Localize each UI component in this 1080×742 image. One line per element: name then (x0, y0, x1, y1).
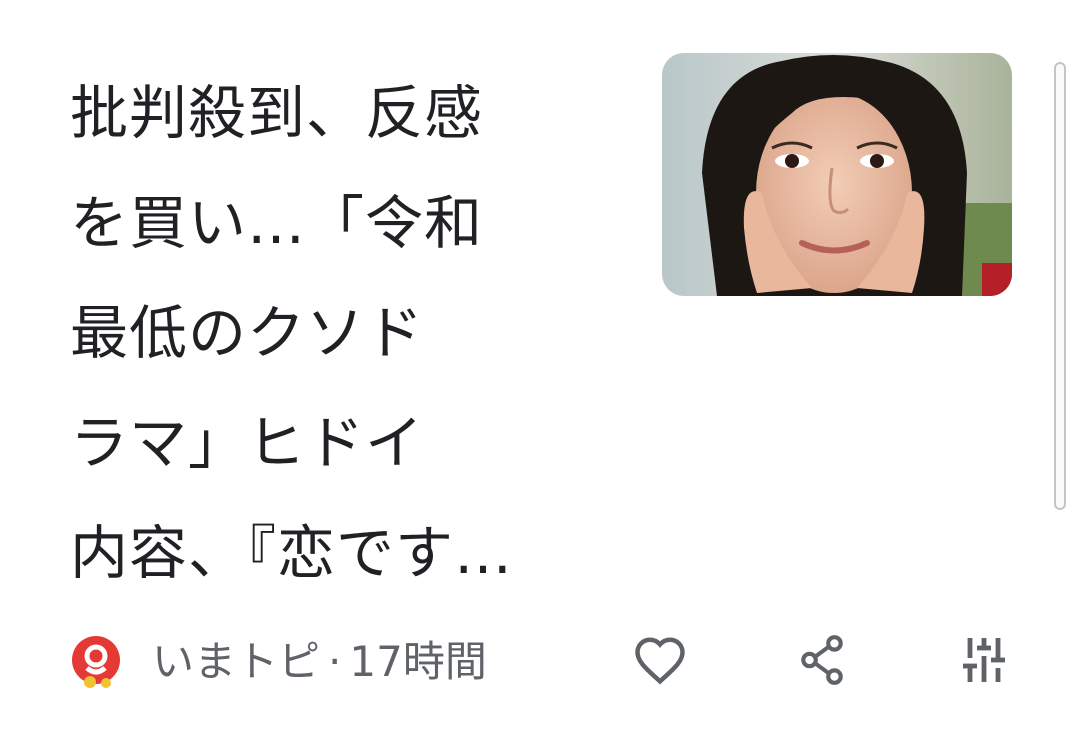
source-meta[interactable]: いまトピ · 17時間 (152, 630, 487, 694)
imatopi-logo-icon (70, 634, 124, 690)
headline-line-5: 内容、『恋です… (70, 519, 514, 587)
headline-line-1: 批判殺到、反感 (70, 79, 484, 147)
article-thumbnail[interactable] (662, 53, 1012, 296)
card-footer: いまトピ · 17時間 (70, 630, 1030, 694)
headline-line-4: ラマ」ヒドイ (70, 409, 425, 477)
tune-icon (960, 633, 1008, 691)
like-button[interactable] (628, 630, 692, 694)
share-button[interactable] (790, 630, 854, 694)
heart-icon (633, 635, 687, 689)
scrollbar[interactable] (1054, 62, 1066, 510)
share-icon (797, 633, 847, 691)
meta-separator: · (328, 637, 342, 686)
headline-line-3: 最低のクソド (70, 299, 425, 367)
article-headline[interactable]: 批判殺到、反感 を買い…「令和 最低のクソド ラマ」ヒドイ 内容、『恋です… (70, 58, 630, 608)
more-options-button[interactable] (952, 630, 1016, 694)
headline-line-2: を買い…「令和 (70, 189, 484, 257)
source-name: いまトピ (152, 637, 321, 686)
news-card[interactable]: 批判殺到、反感 を買い…「令和 最低のクソド ラマ」ヒドイ 内容、『恋です… い… (0, 0, 1080, 742)
time-ago: 17時間 (349, 637, 487, 686)
